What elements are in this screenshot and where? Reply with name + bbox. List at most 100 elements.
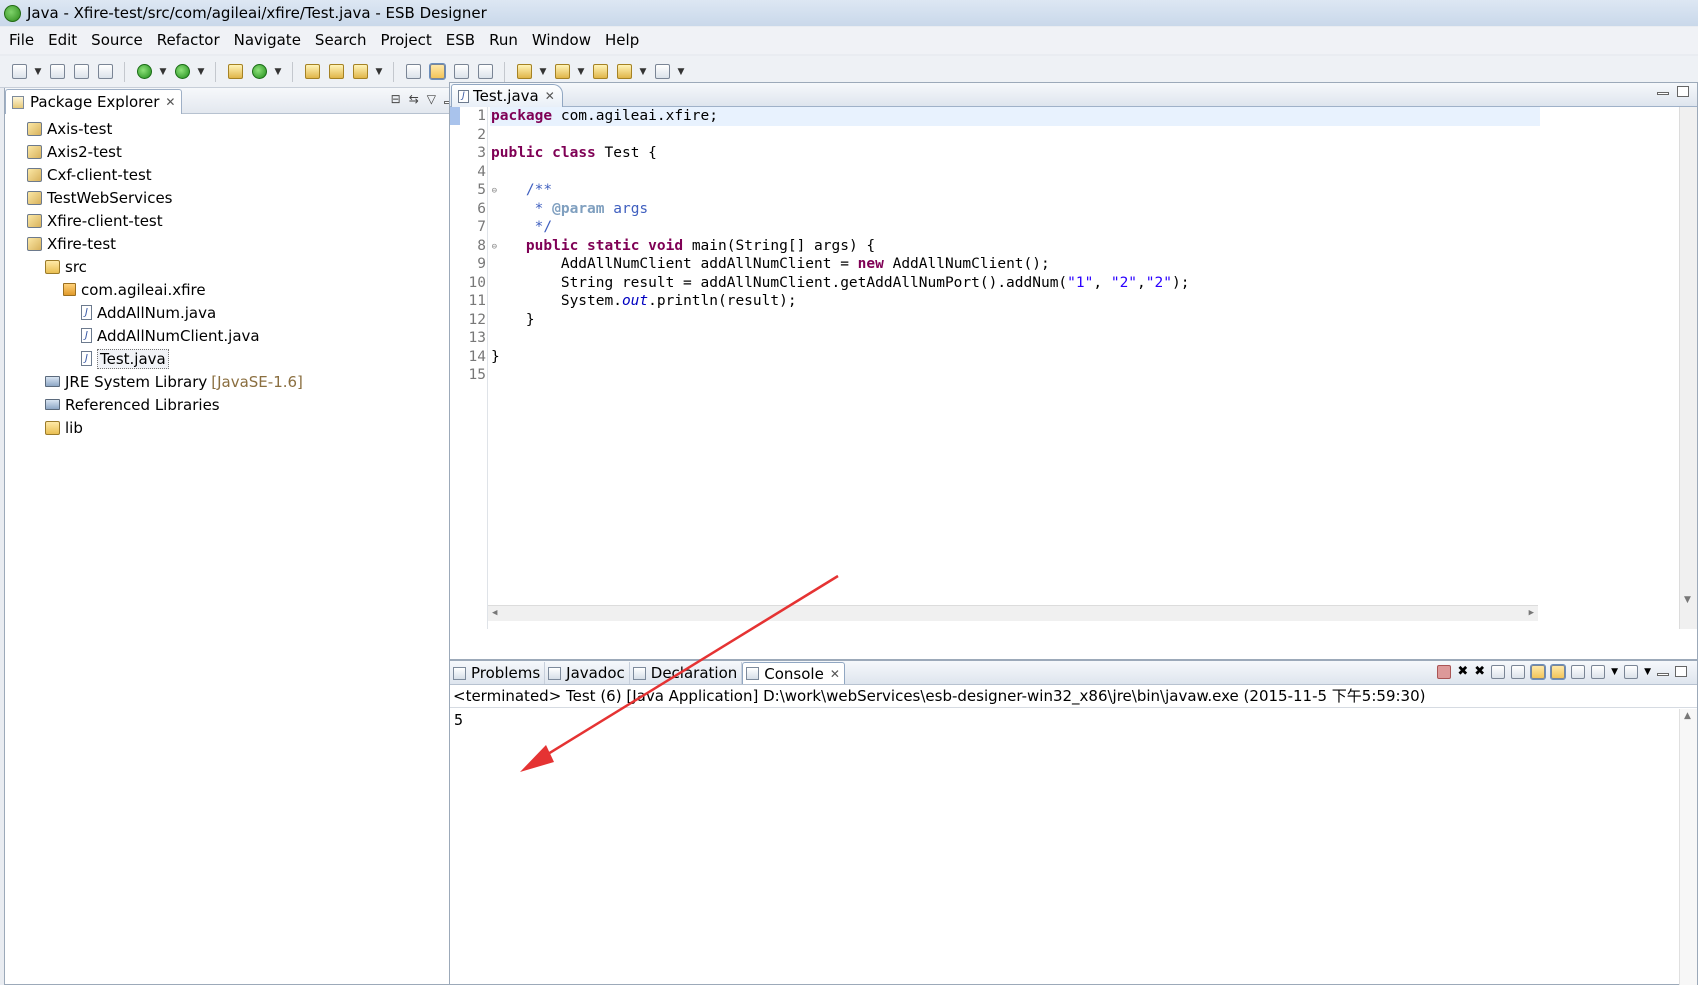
terminate-icon[interactable] (1437, 664, 1452, 679)
tree-item[interactable]: Axis-test (5, 117, 482, 140)
tree-item[interactable]: Xfire-client-test (5, 209, 482, 232)
menu-edit[interactable]: Edit (41, 27, 84, 54)
open-type-icon[interactable] (301, 61, 323, 83)
tab-problems[interactable]: Problems (450, 662, 546, 684)
tree-item[interactable]: TestWebServices (5, 186, 482, 209)
scroll-down-icon[interactable]: ▼ (1684, 595, 1691, 605)
show-whitespace-icon[interactable] (474, 61, 496, 83)
scroll-left-icon[interactable]: ◀ (492, 608, 497, 618)
scroll-lock-icon[interactable] (1511, 664, 1526, 679)
new-dropdown-icon[interactable]: ▼ (32, 67, 44, 77)
tree-item[interactable]: src (5, 255, 482, 278)
menu-source[interactable]: Source (84, 27, 150, 54)
save-icon[interactable] (46, 61, 68, 83)
menu-project[interactable]: Project (373, 27, 438, 54)
menu-navigate[interactable]: Navigate (227, 27, 308, 54)
save-all-icon[interactable] (70, 61, 92, 83)
show-on-stderr-icon[interactable] (1550, 663, 1567, 680)
maximize-icon[interactable] (1677, 86, 1689, 97)
remove-launch-icon[interactable]: ✖ (1457, 664, 1468, 679)
tab-package-explorer[interactable]: Package Explorer ✕ (5, 89, 183, 114)
link-with-editor-icon[interactable]: ⇆ (409, 92, 419, 106)
line-number: 13 (468, 330, 486, 346)
run-icon[interactable] (171, 61, 193, 83)
tree-item[interactable]: lib (5, 416, 482, 439)
print-icon[interactable] (94, 61, 116, 83)
next-annotation-icon[interactable] (513, 61, 535, 83)
block-selection-icon[interactable] (450, 61, 472, 83)
previous-annotation-icon[interactable] (551, 61, 573, 83)
console-vertical-scrollbar[interactable]: ▲ (1679, 709, 1697, 985)
new-icon[interactable] (8, 61, 30, 83)
close-icon[interactable]: ✕ (165, 95, 175, 109)
tree-item[interactable]: Xfire-test (5, 232, 482, 255)
tree-item[interactable]: Cxf-client-test (5, 163, 482, 186)
clear-console-icon[interactable] (1491, 664, 1506, 679)
tree-item[interactable]: Axis2-test (5, 140, 482, 163)
code-editor[interactable]: 1 2 3 4 5 ⊖ 6 7 8 ⊖ 9 10 11 12 13 14 15 package com.agil… (450, 107, 1540, 629)
open-resource-icon[interactable] (325, 61, 347, 83)
tab-declaration[interactable]: Declaration (630, 662, 743, 684)
line-numbers: 1 2 3 4 5 ⊖ 6 7 8 ⊖ 9 10 11 12 13 14 15 (460, 107, 497, 385)
display-console-dropdown-icon[interactable]: ▼ (1611, 667, 1618, 677)
run-dropdown-icon[interactable]: ▼ (195, 67, 207, 77)
menu-help[interactable]: Help (598, 27, 646, 54)
minimize-icon[interactable] (1657, 673, 1669, 676)
menu-refactor[interactable]: Refactor (150, 27, 227, 54)
debug-dropdown-icon[interactable]: ▼ (157, 67, 169, 77)
show-on-stdout-icon[interactable] (1530, 663, 1547, 680)
display-console-icon[interactable] (1591, 664, 1606, 679)
folder-icon (45, 420, 60, 435)
remove-all-terminated-icon[interactable]: ✖ (1474, 664, 1485, 679)
toggle-breadcrumb-icon[interactable] (402, 61, 424, 83)
previous-annotation-dropdown-icon[interactable]: ▼ (575, 67, 587, 77)
line-number: 11 (468, 293, 486, 309)
tree-item[interactable]: J Test.java (5, 347, 482, 370)
new-class-icon[interactable] (248, 61, 270, 83)
minimize-icon[interactable] (1657, 92, 1669, 95)
pin-console-icon[interactable] (1571, 664, 1586, 679)
tree-item[interactable]: J AddAllNum.java (5, 301, 482, 324)
tab-test-java[interactable]: J Test.java ✕ (451, 84, 563, 107)
scroll-up-icon[interactable]: ▲ (1684, 711, 1691, 721)
search-dropdown-icon[interactable]: ▼ (373, 67, 385, 77)
forward-dropdown-icon[interactable]: ▼ (675, 67, 687, 77)
menu-file[interactable]: File (2, 27, 41, 54)
toolbar-separator (124, 61, 125, 82)
last-edit-location-icon[interactable] (589, 61, 611, 83)
line-number: 7 (477, 219, 486, 235)
menu-window[interactable]: Window (525, 27, 598, 54)
back-icon[interactable] (613, 61, 635, 83)
open-console-dropdown-icon[interactable]: ▼ (1644, 667, 1651, 677)
close-icon[interactable]: ✕ (830, 667, 840, 681)
tab-javadoc[interactable]: Javadoc (545, 662, 630, 684)
back-dropdown-icon[interactable]: ▼ (637, 67, 649, 77)
console-output[interactable]: 5 (450, 708, 1697, 732)
tree-item[interactable]: JRE System Library [JavaSE-1.6] (5, 370, 482, 393)
debug-icon[interactable] (133, 61, 155, 83)
open-console-icon[interactable] (1624, 664, 1639, 679)
view-menu-icon[interactable]: ▽ (427, 92, 436, 106)
search-icon[interactable] (349, 61, 371, 83)
tab-console[interactable]: Console ✕ (742, 662, 845, 684)
source-code[interactable]: package com.agileai.xfire; public class … (490, 107, 1540, 385)
horizontal-scrollbar[interactable]: ◀ ▶ (488, 605, 1538, 621)
scroll-right-icon[interactable]: ▶ (1529, 608, 1534, 618)
close-icon[interactable]: ✕ (545, 89, 555, 103)
new-package-icon[interactable] (224, 61, 246, 83)
tree-item[interactable]: Referenced Libraries (5, 393, 482, 416)
mark-occurrences-icon[interactable] (426, 61, 448, 83)
menu-run[interactable]: Run (482, 27, 525, 54)
menu-esb[interactable]: ESB (439, 27, 482, 54)
tree-item[interactable]: J AddAllNumClient.java (5, 324, 482, 347)
collapse-all-icon[interactable]: ⊟ (391, 92, 401, 106)
maximize-icon[interactable] (1675, 666, 1687, 677)
next-annotation-dropdown-icon[interactable]: ▼ (537, 67, 549, 77)
tree-item[interactable]: com.agileai.xfire (5, 278, 482, 301)
new-class-dropdown-icon[interactable]: ▼ (272, 67, 284, 77)
vertical-scrollbar[interactable]: ▼ (1679, 107, 1697, 629)
menu-search[interactable]: Search (308, 27, 374, 54)
forward-icon[interactable] (651, 61, 673, 83)
